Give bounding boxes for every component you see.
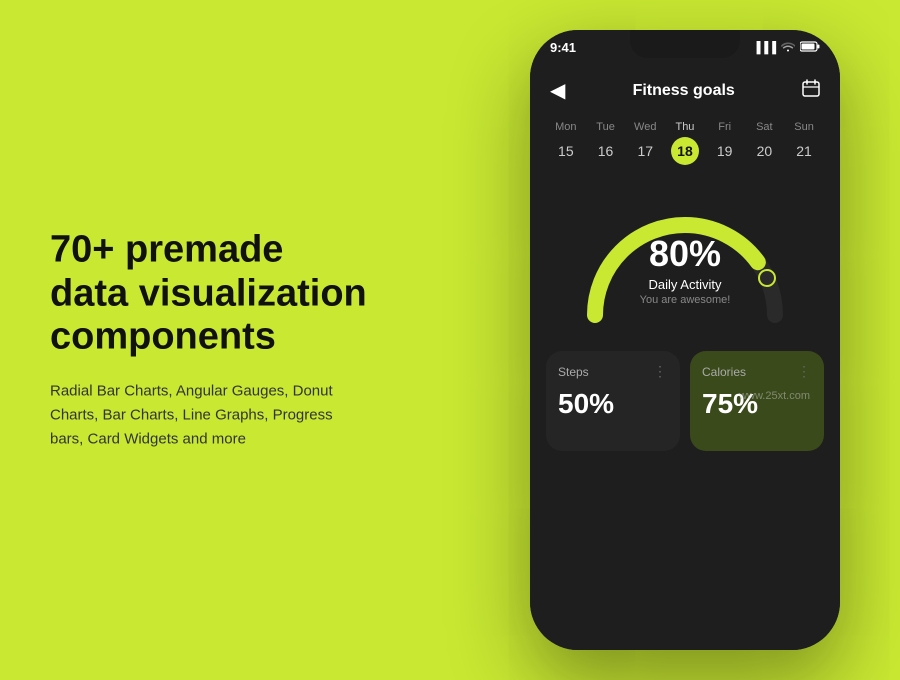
card-menu[interactable]: ⋮ xyxy=(653,363,668,380)
card-menu[interactable]: ⋮ xyxy=(797,363,812,380)
day-name: Sun xyxy=(794,121,814,133)
day-number: 19 xyxy=(711,137,739,165)
calendar-day[interactable]: Tue 16 xyxy=(592,121,620,165)
gauge-center: 80% Daily Activity You are awesome! xyxy=(640,233,731,306)
calendar-day[interactable]: Sun 21 xyxy=(790,121,818,165)
battery-icon xyxy=(800,41,820,55)
card-value: 75% xyxy=(702,388,812,420)
day-name: Mon xyxy=(555,121,576,133)
day-number: 20 xyxy=(750,137,778,165)
phone-frame: 9:41 ▐▐▐ xyxy=(530,30,840,650)
calendar-day[interactable]: Mon 15 xyxy=(552,121,580,165)
day-name: Fri xyxy=(718,121,731,133)
gauge-canvas: 80% Daily Activity You are awesome! xyxy=(575,185,795,325)
status-icons: ▐▐▐ xyxy=(753,41,820,55)
card-title: Calories xyxy=(702,365,746,379)
wifi-icon xyxy=(781,41,795,55)
gauge-sublabel: You are awesome! xyxy=(640,294,731,306)
day-number: 18 xyxy=(671,137,699,165)
phone-wrapper: 9:41 ▐▐▐ xyxy=(530,30,840,650)
day-name: Sat xyxy=(756,121,773,133)
headline: 70+ premade data visualization component… xyxy=(50,228,370,359)
day-number: 16 xyxy=(592,137,620,165)
stat-card: Steps ⋮ 50% xyxy=(546,351,680,451)
phone-screen: 9:41 ▐▐▐ xyxy=(530,30,840,650)
day-name: Wed xyxy=(634,121,656,133)
cards-section: Steps ⋮ 50% Calories ⋮ 75% xyxy=(530,341,840,461)
back-button[interactable]: ◀ xyxy=(550,78,565,103)
gauge-label: Daily Activity xyxy=(640,277,731,292)
left-panel: 70+ premade data visualization component… xyxy=(50,228,370,451)
day-name: Tue xyxy=(596,121,615,133)
day-name: Thu xyxy=(675,121,694,133)
calendar-strip: Mon 15 Tue 16 Wed 17 Thu 18 Fri 19 Sat 2… xyxy=(530,115,840,175)
gauge-percent: 80% xyxy=(640,233,731,275)
status-time: 9:41 xyxy=(550,40,576,55)
page-title: Fitness goals xyxy=(633,82,735,100)
calendar-day[interactable]: Sat 20 xyxy=(750,121,778,165)
calendar-day[interactable]: Wed 17 xyxy=(631,121,659,165)
calendar-day[interactable]: Thu 18 xyxy=(671,121,699,165)
gauge-section: 80% Daily Activity You are awesome! xyxy=(530,175,840,341)
day-number: 17 xyxy=(631,137,659,165)
subtext: Radial Bar Charts, Angular Gauges, Donut… xyxy=(50,380,370,452)
card-value: 50% xyxy=(558,388,668,420)
calendar-day[interactable]: Fri 19 xyxy=(711,121,739,165)
card-header: Calories ⋮ xyxy=(702,363,812,380)
app-header: ◀ Fitness goals xyxy=(530,70,840,115)
day-number: 21 xyxy=(790,137,818,165)
notch xyxy=(630,30,740,58)
calendar-icon[interactable] xyxy=(802,79,820,102)
day-number: 15 xyxy=(552,137,580,165)
card-title: Steps xyxy=(558,365,589,379)
stat-card: Calories ⋮ 75% xyxy=(690,351,824,451)
card-header: Steps ⋮ xyxy=(558,363,668,380)
signal-icon: ▐▐▐ xyxy=(753,42,776,54)
